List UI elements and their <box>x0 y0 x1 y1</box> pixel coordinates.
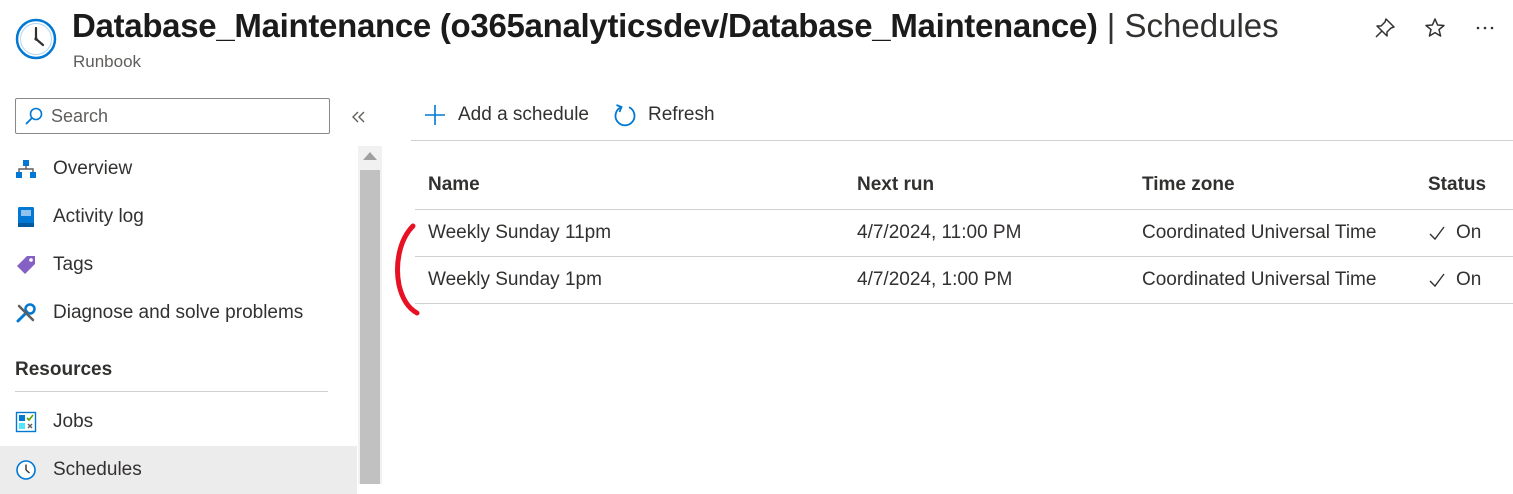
red-bracket-annotation <box>395 223 420 316</box>
sidebar-item-label: Schedules <box>53 459 142 480</box>
column-header-time-zone[interactable]: Time zone <box>1129 161 1415 210</box>
main-content: Add a schedule Refresh Name Next run Tim… <box>383 80 1513 484</box>
ellipsis-icon <box>1476 26 1494 30</box>
page-subtitle: Runbook <box>73 52 142 71</box>
table-header-row: Name Next run Time zone Status <box>415 161 1513 210</box>
checkmark-icon <box>1429 273 1445 287</box>
schedule-name-link[interactable]: Weekly Sunday 1pm <box>415 256 844 304</box>
refresh-icon <box>614 104 636 127</box>
activity-log-icon <box>15 206 37 228</box>
sidebar-item-jobs[interactable]: Jobs <box>0 398 357 446</box>
clock-icon <box>15 18 57 60</box>
refresh-label: Refresh <box>648 104 715 125</box>
add-schedule-label: Add a schedule <box>458 104 589 125</box>
sidebar-item-diagnose[interactable]: Diagnose and solve problems <box>0 289 357 337</box>
toolbar-divider <box>411 140 1513 141</box>
column-header-status[interactable]: Status <box>1415 161 1513 210</box>
schedule-name-link[interactable]: Weekly Sunday 11pm <box>415 209 844 257</box>
double-chevron-left-icon[interactable] <box>348 106 370 128</box>
pin-button[interactable] <box>1373 16 1397 40</box>
search-icon <box>25 107 43 125</box>
star-icon <box>1425 18 1445 37</box>
search-box[interactable] <box>15 98 330 134</box>
time-zone-cell: Coordinated Universal Time <box>1129 209 1415 257</box>
status-cell: On <box>1415 256 1513 304</box>
checkmark-icon <box>1429 226 1445 240</box>
sidebar-item-overview[interactable]: Overview <box>0 145 357 193</box>
wrench-icon <box>15 302 37 324</box>
clock-icon <box>15 459 37 481</box>
page-title-section: Schedules <box>1124 7 1279 44</box>
sidebar-item-schedules[interactable]: Schedules <box>0 446 357 494</box>
scrollbar-thumb[interactable] <box>360 170 380 484</box>
refresh-button[interactable]: Refresh <box>613 103 715 127</box>
page-title: Database_Maintenance (o365analyticsdev/D… <box>72 7 1279 45</box>
schedules-table: Name Next run Time zone Status Weekly Su… <box>415 161 1513 304</box>
table-row[interactable]: Weekly Sunday 1pm 4/7/2024, 1:00 PM Coor… <box>415 256 1513 304</box>
page-header: Database_Maintenance (o365analyticsdev/D… <box>0 0 1513 80</box>
sidebar-item-label: Diagnose and solve problems <box>53 302 304 323</box>
sidebar: Overview Activity log Tags <box>0 80 383 494</box>
time-zone-cell: Coordinated Universal Time <box>1129 256 1415 304</box>
sidebar-item-tags[interactable]: Tags <box>0 241 357 289</box>
more-button[interactable] <box>1473 16 1497 40</box>
sidebar-item-label: Activity log <box>53 206 144 227</box>
section-header-resources: Resources <box>15 359 113 380</box>
sidebar-scrollbar[interactable] <box>358 146 382 484</box>
add-schedule-button[interactable]: Add a schedule <box>423 103 589 127</box>
column-header-next-run[interactable]: Next run <box>844 161 1129 210</box>
sidebar-item-activity-log[interactable]: Activity log <box>0 193 357 241</box>
status-text: On <box>1456 221 1482 243</box>
next-run-cell: 4/7/2024, 1:00 PM <box>844 256 1129 304</box>
status-text: On <box>1456 268 1482 290</box>
pin-icon <box>1375 18 1395 38</box>
section-divider <box>15 391 328 392</box>
status-cell: On <box>1415 209 1513 257</box>
column-header-name[interactable]: Name <box>415 161 844 210</box>
command-bar: Add a schedule Refresh <box>423 96 739 134</box>
sidebar-item-label: Jobs <box>53 411 94 432</box>
page-title-resource: Database_Maintenance (o365analyticsdev/D… <box>72 7 1098 44</box>
next-run-cell: 4/7/2024, 11:00 PM <box>844 209 1129 257</box>
header-actions <box>1373 16 1497 40</box>
plus-icon <box>425 105 445 125</box>
sidebar-item-label: Overview <box>53 158 133 179</box>
search-input[interactable] <box>51 105 321 127</box>
favorite-button[interactable] <box>1423 16 1447 40</box>
sidebar-nav: Overview Activity log Tags Diagnose and … <box>0 145 357 494</box>
table-row[interactable]: Weekly Sunday 11pm 4/7/2024, 11:00 PM Co… <box>415 209 1513 257</box>
sidebar-item-label: Tags <box>53 254 94 275</box>
tag-icon <box>15 254 37 276</box>
overview-hierarchy-icon <box>15 158 37 180</box>
page-title-separator: | <box>1106 7 1116 44</box>
jobs-icon <box>15 411 37 433</box>
scroll-up-arrow-icon[interactable] <box>363 152 377 160</box>
